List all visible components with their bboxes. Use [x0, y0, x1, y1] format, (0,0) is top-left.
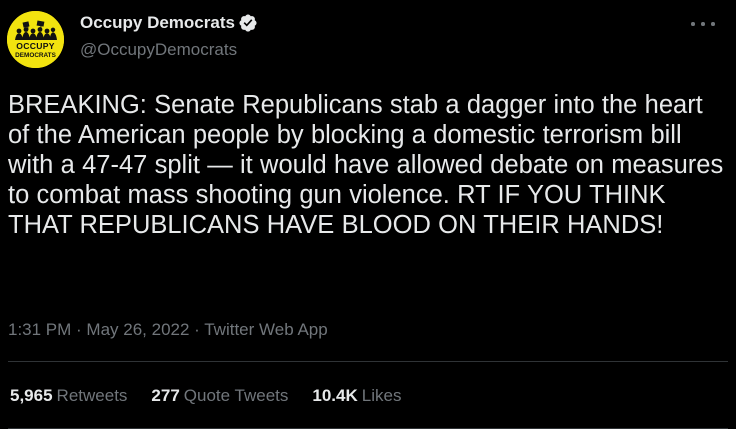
tweet-text: BREAKING: Senate Republicans stab a dagg… — [8, 91, 724, 239]
tweet-card: OCCUPY DEMOCRATS Occupy Democrats @Occup… — [0, 0, 736, 429]
dot — [711, 22, 715, 26]
more-options-icon[interactable] — [691, 14, 715, 34]
likes-stat[interactable]: 10.4K Likes — [312, 386, 401, 406]
likes-count: 10.4K — [312, 386, 358, 405]
likes-label: Likes — [361, 386, 402, 405]
retweets-stat[interactable]: 5,965 Retweets — [10, 386, 127, 406]
tweet-stats: 5,965 Retweets 277 Quote Tweets 10.4K Likes — [10, 386, 425, 406]
author-display-name[interactable]: Occupy Democrats — [80, 13, 235, 33]
avatar-text-occupy: OCCUPY — [16, 41, 55, 51]
verified-badge-icon[interactable] — [238, 13, 258, 33]
retweets-label: Retweets — [56, 386, 128, 405]
occupy-democrats-logo: OCCUPY DEMOCRATS — [7, 11, 64, 68]
retweets-count: 5,965 — [10, 386, 53, 405]
dot — [691, 22, 695, 26]
tweet-meta[interactable]: 1:31 PM · May 26, 2022 · Twitter Web App — [8, 320, 328, 340]
avatar-text-democrats: DEMOCRATS — [15, 52, 56, 59]
author-handle[interactable]: @OccupyDemocrats — [80, 40, 237, 60]
quote-tweets-stat[interactable]: 277 Quote Tweets — [151, 386, 288, 406]
divider — [8, 361, 728, 362]
dot — [701, 22, 705, 26]
author-name-row: Occupy Democrats — [80, 11, 258, 35]
quote-tweets-count: 277 — [151, 386, 180, 405]
avatar[interactable]: OCCUPY DEMOCRATS — [7, 11, 64, 68]
quote-tweets-label: Quote Tweets — [183, 386, 289, 405]
